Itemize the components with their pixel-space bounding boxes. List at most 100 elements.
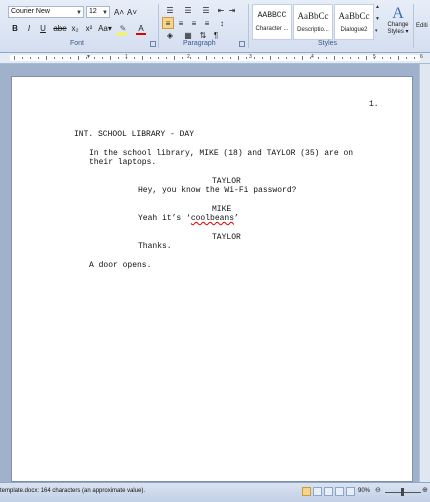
ruler-tick — [78, 56, 79, 60]
ruler-tick — [294, 57, 295, 59]
ruler-tick — [278, 57, 279, 59]
ruler-tick — [342, 57, 343, 59]
ruler-tick — [46, 56, 47, 60]
change-styles-label: Change Styles ▾ — [387, 22, 409, 35]
ruler-tick — [86, 57, 87, 59]
ruler-tick — [214, 57, 215, 59]
numbering-icon[interactable]: ☰ — [180, 4, 196, 16]
zoom-slider-thumb[interactable] — [401, 488, 404, 496]
ruler-tick — [326, 57, 327, 59]
chevron-down-icon: ▼ — [76, 10, 82, 16]
ruler-tick — [262, 57, 263, 59]
align-left-icon[interactable]: ≡ — [162, 17, 174, 29]
styles-more-icon[interactable]: ▾ — [375, 28, 381, 38]
ruler-tick — [238, 56, 239, 60]
ruler-tick — [270, 56, 271, 60]
vertical-scrollbar[interactable] — [419, 64, 430, 482]
style-name: Descriptio... — [297, 27, 329, 33]
ruler-tick — [286, 57, 287, 59]
underline-button[interactable]: U — [37, 22, 49, 34]
ruler-tick — [182, 57, 183, 59]
zoom-level[interactable]: 90% — [358, 488, 370, 494]
web-layout-view-icon[interactable] — [324, 487, 333, 496]
ruler-tick — [174, 56, 175, 60]
ruler-tick — [70, 57, 71, 59]
ruler-tick — [390, 57, 391, 59]
ruler-tick — [334, 56, 335, 60]
change-case-button[interactable]: Aa▾ — [97, 22, 113, 34]
ruler-tick — [310, 57, 311, 59]
line-spacing-icon[interactable]: ↕ — [215, 17, 229, 29]
zoom-out-icon[interactable]: ⊖ — [375, 486, 381, 494]
ruler-tick — [22, 57, 23, 59]
style-name: Character ... — [255, 26, 289, 32]
ruler-tick — [102, 57, 103, 59]
ruler-tick — [94, 57, 95, 59]
page-number: 1. — [369, 100, 379, 109]
style-character[interactable]: AABBCC Character ... — [252, 4, 292, 40]
paragraph-group-label: Paragraph — [183, 40, 216, 47]
style-name: Dialogue2 — [340, 27, 368, 33]
dialogue-text: ’ — [234, 214, 239, 223]
group-separator — [158, 4, 159, 48]
bullets-icon[interactable]: ☰ — [162, 4, 178, 16]
ribbon: Courier New ▼ 12 ▼ A˄ A˅ B I U abe x₂ x² A… — [0, 0, 430, 53]
multilevel-list-icon[interactable]: ☰ — [198, 4, 214, 16]
document-page[interactable]: 1. INT. SCHOOL LIBRARY - DAY In the scho… — [11, 76, 413, 482]
action-line: In the school library, MIKE (18) and TAY… — [89, 149, 354, 158]
horizontal-ruler[interactable]: ▼ 1 2 3 4 5 6 — [0, 53, 430, 64]
font-dialog-launcher-icon[interactable] — [150, 41, 156, 47]
style-description[interactable]: AaBbCc Descriptio... — [293, 4, 333, 40]
superscript-button[interactable]: x² — [83, 22, 95, 34]
font-name-value: Courier New — [11, 8, 50, 15]
styles-scroll-down-icon[interactable]: ▼ — [375, 16, 381, 26]
align-right-icon[interactable]: ≡ — [188, 17, 200, 29]
scene-heading: INT. SCHOOL LIBRARY - DAY — [74, 130, 195, 139]
status-text: template.docx: 164 characters (an approx… — [0, 488, 146, 494]
paragraph-dialog-launcher-icon[interactable] — [239, 41, 245, 47]
italic-button[interactable]: I — [23, 22, 35, 34]
change-styles-icon: A — [392, 5, 404, 22]
decrease-indent-icon[interactable]: ⇤ — [216, 4, 226, 16]
ruler-tick — [374, 57, 375, 59]
ruler-tick — [414, 57, 415, 59]
ruler-tick — [62, 57, 63, 59]
ruler-tick — [110, 56, 111, 60]
shading-icon[interactable]: ◈ — [162, 29, 178, 41]
ruler-tick — [254, 57, 255, 59]
change-styles-button[interactable]: A Change Styles ▾ — [384, 2, 412, 40]
dialogue-line: Thanks. — [138, 242, 172, 251]
strikethrough-button[interactable]: abe — [53, 22, 67, 34]
status-bar: template.docx: 164 characters (an approx… — [0, 482, 430, 502]
font-size-combo[interactable]: 12 ▼ — [86, 6, 110, 18]
font-name-combo[interactable]: Courier New ▼ — [8, 6, 84, 18]
ruler-tick — [406, 57, 407, 59]
character-name: TAYLOR — [212, 177, 241, 186]
subscript-button[interactable]: x₂ — [69, 22, 81, 34]
ruler-tick — [142, 56, 143, 60]
styles-scroll-up-icon[interactable]: ▲ — [375, 4, 381, 14]
grow-font-button[interactable]: A˄ — [113, 6, 125, 18]
print-layout-view-icon[interactable] — [302, 487, 311, 496]
zoom-in-icon[interactable]: ⊕ — [422, 486, 428, 494]
document-area: 1. INT. SCHOOL LIBRARY - DAY In the scho… — [0, 64, 430, 482]
action-line: A door opens. — [89, 261, 152, 270]
draft-view-icon[interactable] — [346, 487, 355, 496]
shrink-font-button[interactable]: A˅ — [126, 6, 138, 18]
editing-button[interactable]: Editi — [415, 20, 430, 32]
bold-button[interactable]: B — [9, 22, 21, 34]
styles-group-label: Styles — [318, 40, 338, 47]
justify-icon[interactable]: ≡ — [201, 17, 213, 29]
ruler-tick — [54, 57, 55, 59]
full-screen-view-icon[interactable] — [313, 487, 322, 496]
increase-indent-icon[interactable]: ⇥ — [227, 4, 237, 16]
ruler-tick — [126, 57, 127, 59]
style-dialogue2[interactable]: AaBbCc Dialogue2 — [334, 4, 374, 40]
align-center-icon[interactable]: ≡ — [175, 17, 187, 29]
ruler-tick — [150, 57, 151, 59]
ruler-tick — [206, 56, 207, 60]
outline-view-icon[interactable] — [335, 487, 344, 496]
ruler-tick — [222, 57, 223, 59]
style-sample: AaBbCc — [297, 11, 329, 21]
dialogue-line: Yeah it’s ‘coolbeans’ — [138, 214, 239, 223]
